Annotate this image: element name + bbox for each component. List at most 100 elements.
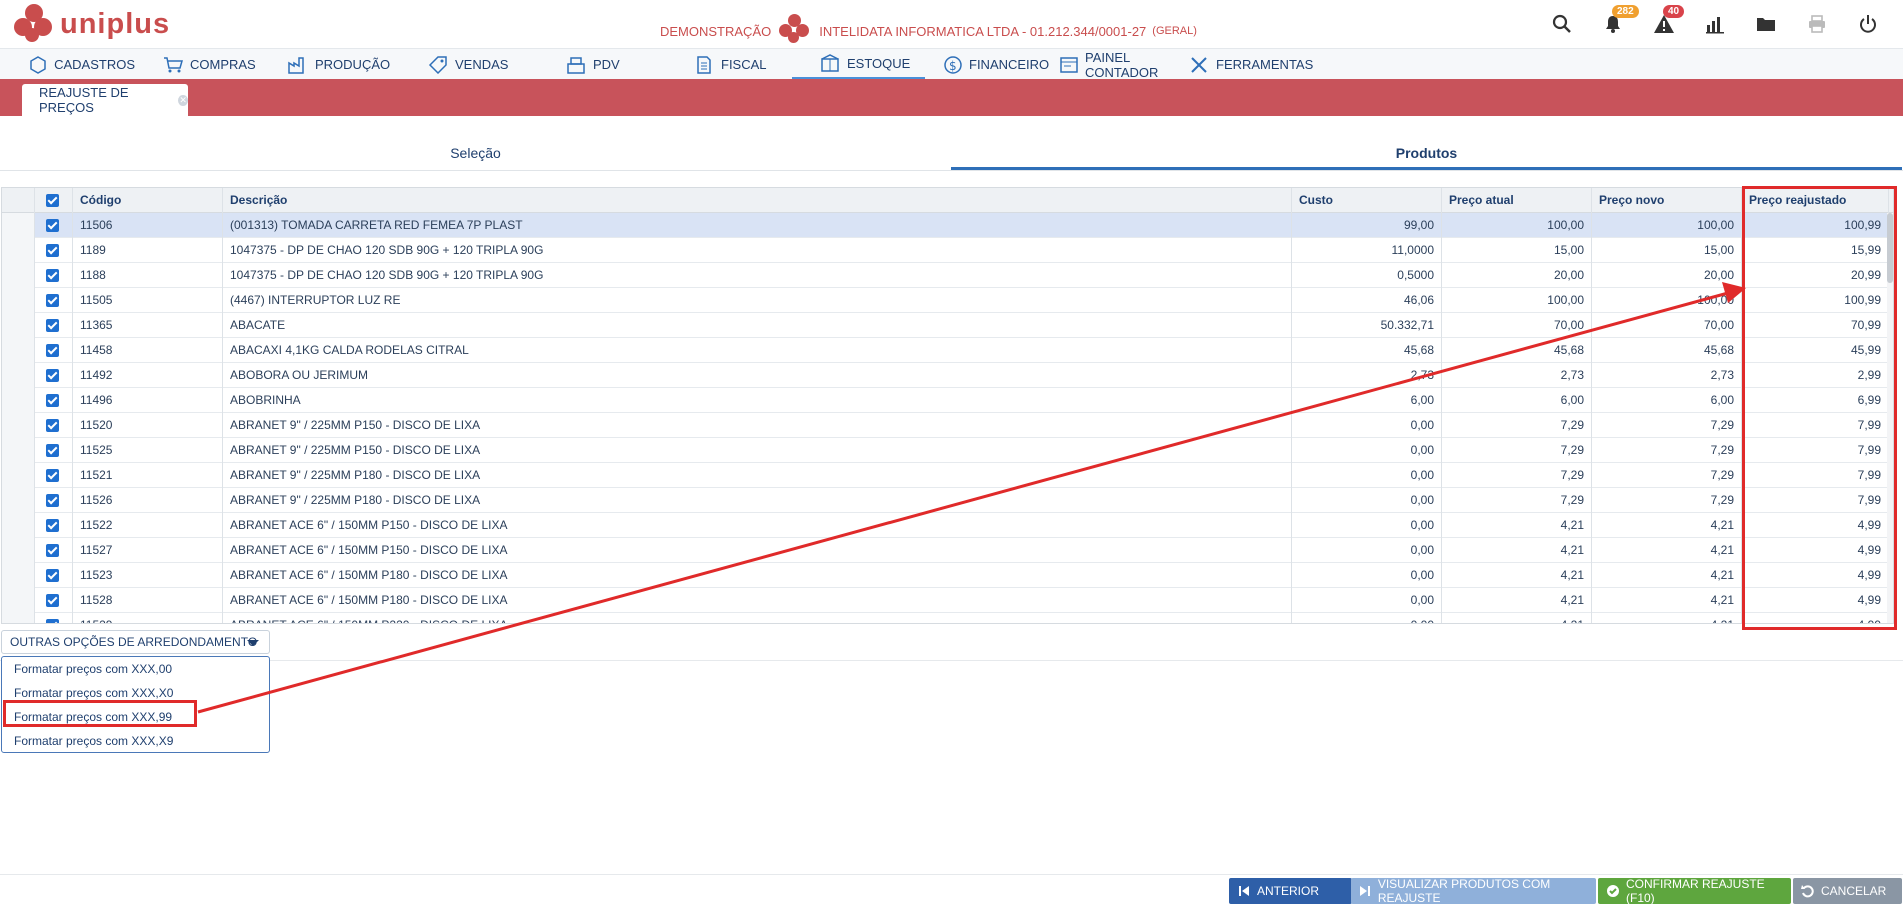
select-all-cell[interactable] bbox=[35, 188, 73, 213]
nav-vendas[interactable]: VENDAS bbox=[400, 49, 538, 80]
row-select-cell[interactable] bbox=[35, 538, 73, 563]
row-checkbox[interactable] bbox=[46, 469, 59, 482]
uniplus-logo[interactable]: uniplus bbox=[14, 4, 170, 44]
table-row[interactable]: 11506 (001313) TOMADA CARRETA RED FEMEA 7… bbox=[2, 213, 1893, 238]
print-button[interactable] bbox=[1791, 8, 1842, 40]
table-row[interactable]: 11529ABRANET ACE 6" / 150MM P220 - DISCO… bbox=[2, 613, 1893, 623]
tab-selecao[interactable]: Seleção bbox=[0, 137, 951, 170]
row-indicator[interactable] bbox=[2, 238, 35, 263]
table-row[interactable]: 11496 ABOBRINHA 6,00 6,00 6,00 6,99 bbox=[2, 388, 1893, 413]
col-codigo[interactable]: Código bbox=[73, 188, 223, 213]
row-indicator[interactable] bbox=[2, 588, 35, 613]
nav-ferramentas[interactable]: FERRAMENTAS bbox=[1185, 49, 1315, 80]
nav-fiscal[interactable]: FISCAL bbox=[666, 49, 792, 80]
table-row[interactable]: 11505 (4467) INTERRUPTOR LUZ RE 46,06 100,0… bbox=[2, 288, 1893, 313]
row-checkbox[interactable] bbox=[46, 244, 59, 257]
table-row[interactable]: 11523 ABRANET ACE 6" / 150MM P180 - DISCO… bbox=[2, 563, 1893, 588]
row-indicator[interactable] bbox=[2, 563, 35, 588]
table-row[interactable]: 11521 ABRANET 9" / 225MM P180 - DISCO DE … bbox=[2, 463, 1893, 488]
nav-compras[interactable]: COMPRAS bbox=[135, 49, 260, 80]
nav-painel-contador[interactable]: PAINEL CONTADOR bbox=[1042, 49, 1185, 80]
close-tab-icon[interactable]: ✕ bbox=[178, 94, 188, 106]
row-indicator[interactable] bbox=[2, 338, 35, 363]
rounding-option-00[interactable]: Formatar preços com XXX,00 bbox=[2, 657, 269, 681]
table-row[interactable]: 11492 ABOBORA OU JERIMUM 2,73 2,73 2,73 2,99 bbox=[2, 363, 1893, 388]
tab-produtos[interactable]: Produtos bbox=[951, 137, 1902, 170]
nav-pdv[interactable]: PDV bbox=[538, 49, 666, 80]
view-adjusted-button[interactable]: VISUALIZAR PRODUTOS COM REAJUSTE bbox=[1351, 877, 1596, 904]
row-checkbox[interactable] bbox=[46, 444, 59, 457]
notifications-button[interactable]: 282 bbox=[1587, 5, 1639, 40]
row-indicator[interactable] bbox=[2, 213, 35, 238]
row-checkbox[interactable] bbox=[46, 344, 59, 357]
row-checkbox[interactable] bbox=[46, 394, 59, 407]
select-all-checkbox[interactable] bbox=[46, 194, 59, 207]
row-indicator[interactable] bbox=[2, 513, 35, 538]
row-checkbox[interactable] bbox=[46, 619, 59, 623]
row-select-cell[interactable] bbox=[35, 263, 73, 288]
reports-button[interactable] bbox=[1689, 8, 1740, 40]
row-checkbox[interactable] bbox=[46, 319, 59, 332]
row-indicator[interactable] bbox=[2, 613, 35, 623]
row-indicator[interactable] bbox=[2, 388, 35, 413]
nav-financeiro[interactable]: $ FINANCEIRO bbox=[925, 49, 1049, 80]
row-checkbox[interactable] bbox=[46, 519, 59, 532]
table-row[interactable]: 11520 ABRANET 9" / 225MM P150 - DISCO DE … bbox=[2, 413, 1893, 438]
row-select-cell[interactable] bbox=[35, 238, 73, 263]
row-select-cell[interactable] bbox=[35, 463, 73, 488]
rounding-option-x9[interactable]: Formatar preços com XXX,X9 bbox=[2, 729, 269, 753]
row-select-cell[interactable] bbox=[35, 213, 73, 238]
table-row[interactable]: 11458 ABACAXI 4,1KG CALDA RODELAS CITRAL 4… bbox=[2, 338, 1893, 363]
row-checkbox[interactable] bbox=[46, 219, 59, 232]
row-checkbox[interactable] bbox=[46, 369, 59, 382]
row-select-cell[interactable] bbox=[35, 313, 73, 338]
row-select-cell[interactable] bbox=[35, 563, 73, 588]
row-select-cell[interactable] bbox=[35, 488, 73, 513]
row-select-cell[interactable] bbox=[35, 588, 73, 613]
nav-producao[interactable]: PRODUÇÃO bbox=[260, 49, 400, 80]
row-indicator[interactable] bbox=[2, 488, 35, 513]
col-preco-novo[interactable]: Preço novo bbox=[1592, 188, 1742, 213]
row-select-cell[interactable] bbox=[35, 363, 73, 388]
row-checkbox[interactable] bbox=[46, 269, 59, 282]
row-select-cell[interactable] bbox=[35, 288, 73, 313]
row-select-cell[interactable] bbox=[35, 338, 73, 363]
col-descricao[interactable]: Descrição bbox=[223, 188, 1292, 213]
table-row[interactable]: 11526 ABRANET 9" / 225MM P180 - DISCO DE … bbox=[2, 488, 1893, 513]
search-button[interactable] bbox=[1536, 8, 1587, 40]
row-indicator[interactable] bbox=[2, 363, 35, 388]
row-indicator[interactable] bbox=[2, 413, 35, 438]
row-indicator[interactable] bbox=[2, 463, 35, 488]
row-indicator[interactable] bbox=[2, 313, 35, 338]
row-indicator[interactable] bbox=[2, 538, 35, 563]
table-row[interactable]: 11522 ABRANET ACE 6" / 150MM P150 - DISCO… bbox=[2, 513, 1893, 538]
row-checkbox[interactable] bbox=[46, 494, 59, 507]
row-checkbox[interactable] bbox=[46, 569, 59, 582]
row-select-cell[interactable] bbox=[35, 613, 73, 623]
table-row[interactable]: 11527 ABRANET ACE 6" / 150MM P150 - DISCO… bbox=[2, 538, 1893, 563]
row-select-cell[interactable] bbox=[35, 413, 73, 438]
cancel-button[interactable]: CANCELAR bbox=[1793, 878, 1902, 904]
confirm-adjustment-button[interactable]: CONFIRMAR REAJUSTE (F10) bbox=[1598, 877, 1791, 904]
folder-button[interactable] bbox=[1740, 8, 1791, 40]
row-indicator[interactable] bbox=[2, 438, 35, 463]
col-custo[interactable]: Custo bbox=[1292, 188, 1442, 213]
row-select-cell[interactable] bbox=[35, 388, 73, 413]
table-row[interactable]: 11528 ABRANET ACE 6" / 150MM P180 - DISCO… bbox=[2, 588, 1893, 613]
row-indicator[interactable] bbox=[2, 263, 35, 288]
nav-cadastros[interactable]: CADASTROS bbox=[0, 49, 135, 80]
alerts-button[interactable]: 40 bbox=[1638, 5, 1689, 40]
row-checkbox[interactable] bbox=[46, 419, 59, 432]
table-row[interactable]: 1189 1047375 - DP DE CHAO 120 SDB 90G + 1… bbox=[2, 238, 1893, 263]
row-indicator[interactable] bbox=[2, 288, 35, 313]
nav-estoque[interactable]: ESTOQUE bbox=[792, 49, 925, 80]
page-tab-reajuste[interactable]: REAJUSTE DE PREÇOS ✕ bbox=[22, 84, 188, 116]
previous-button[interactable]: ANTERIOR bbox=[1229, 878, 1352, 904]
row-checkbox[interactable] bbox=[46, 544, 59, 557]
table-row[interactable]: 11365 ABACATE 50.332,71 70,00 70,00 70,99 bbox=[2, 313, 1893, 338]
logout-button[interactable] bbox=[1842, 8, 1893, 40]
row-checkbox[interactable] bbox=[46, 594, 59, 607]
row-checkbox[interactable] bbox=[46, 294, 59, 307]
rounding-options-dropdown[interactable]: OUTRAS OPÇÕES DE ARREDONDAMENTO bbox=[1, 630, 270, 654]
row-select-cell[interactable] bbox=[35, 438, 73, 463]
